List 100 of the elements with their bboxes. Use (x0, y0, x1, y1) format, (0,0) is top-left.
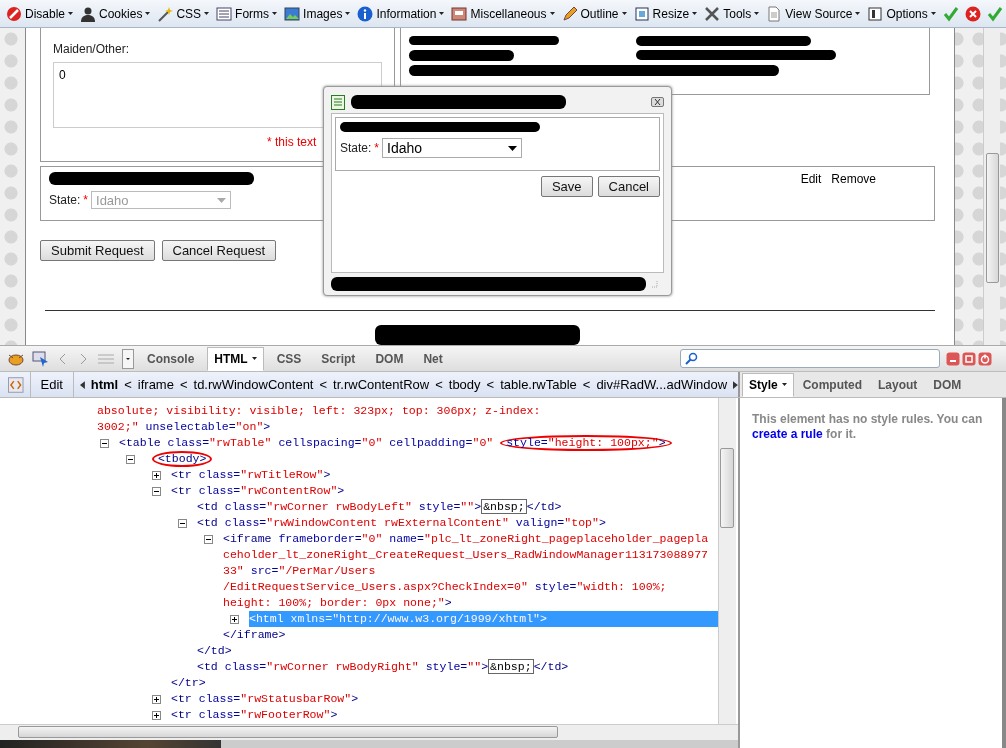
close-button[interactable] (651, 97, 664, 107)
checkmark-icon[interactable] (986, 5, 1003, 22)
expand-icon[interactable] (152, 694, 161, 704)
required-mark: * (83, 193, 89, 208)
breadcrumb-item[interactable]: tbody (448, 377, 481, 392)
toolbar-menu[interactable]: Cookies (80, 5, 151, 22)
caret-icon (217, 197, 227, 203)
code-line[interactable]: <tr class="rwStatusbarRow"> (171, 691, 718, 707)
toolbar-menu[interactable]: Tools (704, 5, 760, 22)
devtools-tab[interactable]: DOM (368, 346, 411, 371)
breadcrumb-item[interactable]: td.rwWindowContent (193, 377, 314, 392)
toolbar-menu[interactable]: Options (867, 5, 936, 22)
breadcrumb-item[interactable]: html (90, 377, 119, 392)
wand-icon (157, 5, 174, 22)
collapse-icon[interactable] (204, 534, 213, 544)
toolbar-menu[interactable]: Images (284, 5, 351, 22)
code-line: </iframe> (223, 627, 287, 643)
side-tab[interactable]: Computed (795, 372, 869, 397)
breadcrumb-separator: < (486, 377, 495, 392)
form-button[interactable]: Cancel Request (161, 240, 276, 261)
scrollbar[interactable] (0, 724, 738, 740)
caret-icon (621, 12, 627, 15)
scroll-left-icon[interactable] (79, 380, 85, 389)
breadcrumb-item[interactable]: iframe (137, 377, 174, 392)
breadcrumb-separator: < (435, 377, 443, 392)
code-line: absolute; visibility: visible; left: 323px; top: 306px; z-index: 3002;" unselectable="on"> (96, 403, 542, 435)
row-link[interactable]: Edit (800, 172, 822, 215)
side-tab[interactable]: Style (742, 372, 794, 397)
code-line[interactable]: <tbody> (145, 451, 718, 467)
caret-icon (549, 12, 555, 15)
source-icon[interactable] (8, 376, 24, 393)
dialog-button[interactable]: Cancel (597, 176, 660, 197)
code-line[interactable]: <tr class="rwFooterRow"> (171, 707, 718, 723)
power-icon[interactable] (978, 351, 992, 366)
scrollbar[interactable] (718, 398, 736, 724)
code-line[interactable]: <td class="rwWindowContent rwExternalContent" valign="top"> (197, 515, 718, 531)
devtools-tab[interactable]: Net (416, 346, 450, 371)
code-line: </td> (197, 643, 233, 659)
dropdown-icon[interactable] (122, 348, 134, 369)
form-icon (216, 5, 233, 22)
toolbar-menu[interactable]: View Source (766, 5, 861, 22)
caret-icon (930, 12, 936, 15)
toolbar-menu[interactable]: Disable (6, 5, 74, 22)
search-field[interactable] (680, 349, 940, 368)
create-rule-link[interactable]: create a rule (752, 427, 823, 441)
info-message: This element has no style rules. You can create a rule for it. (752, 412, 983, 441)
minimize-icon[interactable] (946, 351, 960, 366)
form-button[interactable]: Submit Request (40, 240, 155, 261)
expand-icon[interactable] (152, 710, 161, 720)
code-line[interactable]: <td class="rwCorner rwBodyRight" style=""> &nbsp; </td> (197, 659, 718, 675)
collapse-icon[interactable] (126, 454, 135, 464)
toolbar-menu[interactable]: CSS (157, 5, 210, 22)
toolbar-menu[interactable]: Information (357, 5, 445, 22)
window-icon (331, 94, 345, 110)
box-icon (451, 5, 468, 22)
error-icon[interactable] (964, 5, 981, 22)
toolbar-menu[interactable]: Forms (216, 5, 278, 22)
required-note: * this text (267, 135, 317, 149)
breadcrumb-separator: < (319, 377, 328, 392)
collapse-icon[interactable] (100, 438, 109, 448)
toolbar-menu[interactable]: Miscellaneous (451, 5, 555, 22)
expand-icon[interactable] (230, 614, 239, 624)
devtools-tab[interactable]: Script (314, 346, 363, 371)
state-select[interactable]: Idaho (382, 138, 523, 158)
breadcrumb-separator: < (582, 377, 591, 392)
code-line[interactable]: <table class="rwTable" cellspacing="0" cellpadding="0" style="height: 100px;"> (119, 435, 718, 451)
breadcrumb-item[interactable]: div#RadW...adWindow (596, 377, 728, 392)
edit-button[interactable]: Edit (29, 371, 74, 398)
code-line[interactable]: <tr class="rwTitleRow"> (171, 467, 718, 483)
devtools-tab[interactable]: HTML (207, 346, 264, 371)
scrollbar[interactable] (983, 28, 1000, 345)
side-tab[interactable]: Layout (871, 372, 925, 397)
dialog-button[interactable]: Save (540, 176, 593, 197)
toolbar-menu[interactable]: Resize (633, 5, 698, 22)
caret-icon (439, 12, 445, 15)
resize-grip-icon[interactable] (650, 280, 658, 288)
code-line[interactable]: <iframe frameborder="0" name="plc_lt_zoneRight_pageplaceholder_pageplaceholder_lt_zoneRight_CreateRequest_Users_RadWindowManager11317308897733" src="/PerMar/Users /EditRequestService_Users.aspx?CheckIndex=0" style="width: 100%; height: 100%; border: 0px none;"> (223, 531, 718, 611)
expand-icon[interactable] (152, 470, 161, 480)
resize-icon (633, 5, 650, 22)
checkmark-icon[interactable] (942, 5, 959, 22)
code-line[interactable]: <td class="rwCorner rwBodyLeft" style=""> &nbsp; </td> (197, 499, 718, 515)
devtools-tab[interactable]: CSS (269, 346, 309, 371)
row-link[interactable]: Remove (831, 172, 876, 215)
inspect-icon[interactable] (32, 350, 50, 367)
devtools-tab[interactable]: Console (140, 346, 202, 371)
field-label: State: (340, 141, 372, 155)
caret-icon (145, 12, 151, 15)
breadcrumb-separator: < (124, 377, 132, 392)
caret-icon (272, 12, 278, 15)
caret-icon (345, 12, 351, 15)
breadcrumb-item[interactable]: tr.rwContentRow (333, 377, 430, 392)
restore-icon[interactable] (962, 351, 976, 366)
side-tab[interactable]: DOM (926, 372, 969, 397)
collapse-icon[interactable] (152, 486, 161, 496)
toolbar-menu[interactable]: Outline (561, 5, 627, 22)
collapse-icon[interactable] (178, 518, 187, 528)
breadcrumb-separator: < (179, 377, 188, 392)
breadcrumb-item[interactable]: table.rwTable (500, 377, 577, 392)
panel-icon (867, 5, 884, 22)
code-line[interactable]: <tr class="rwContentRow"> (171, 483, 718, 499)
